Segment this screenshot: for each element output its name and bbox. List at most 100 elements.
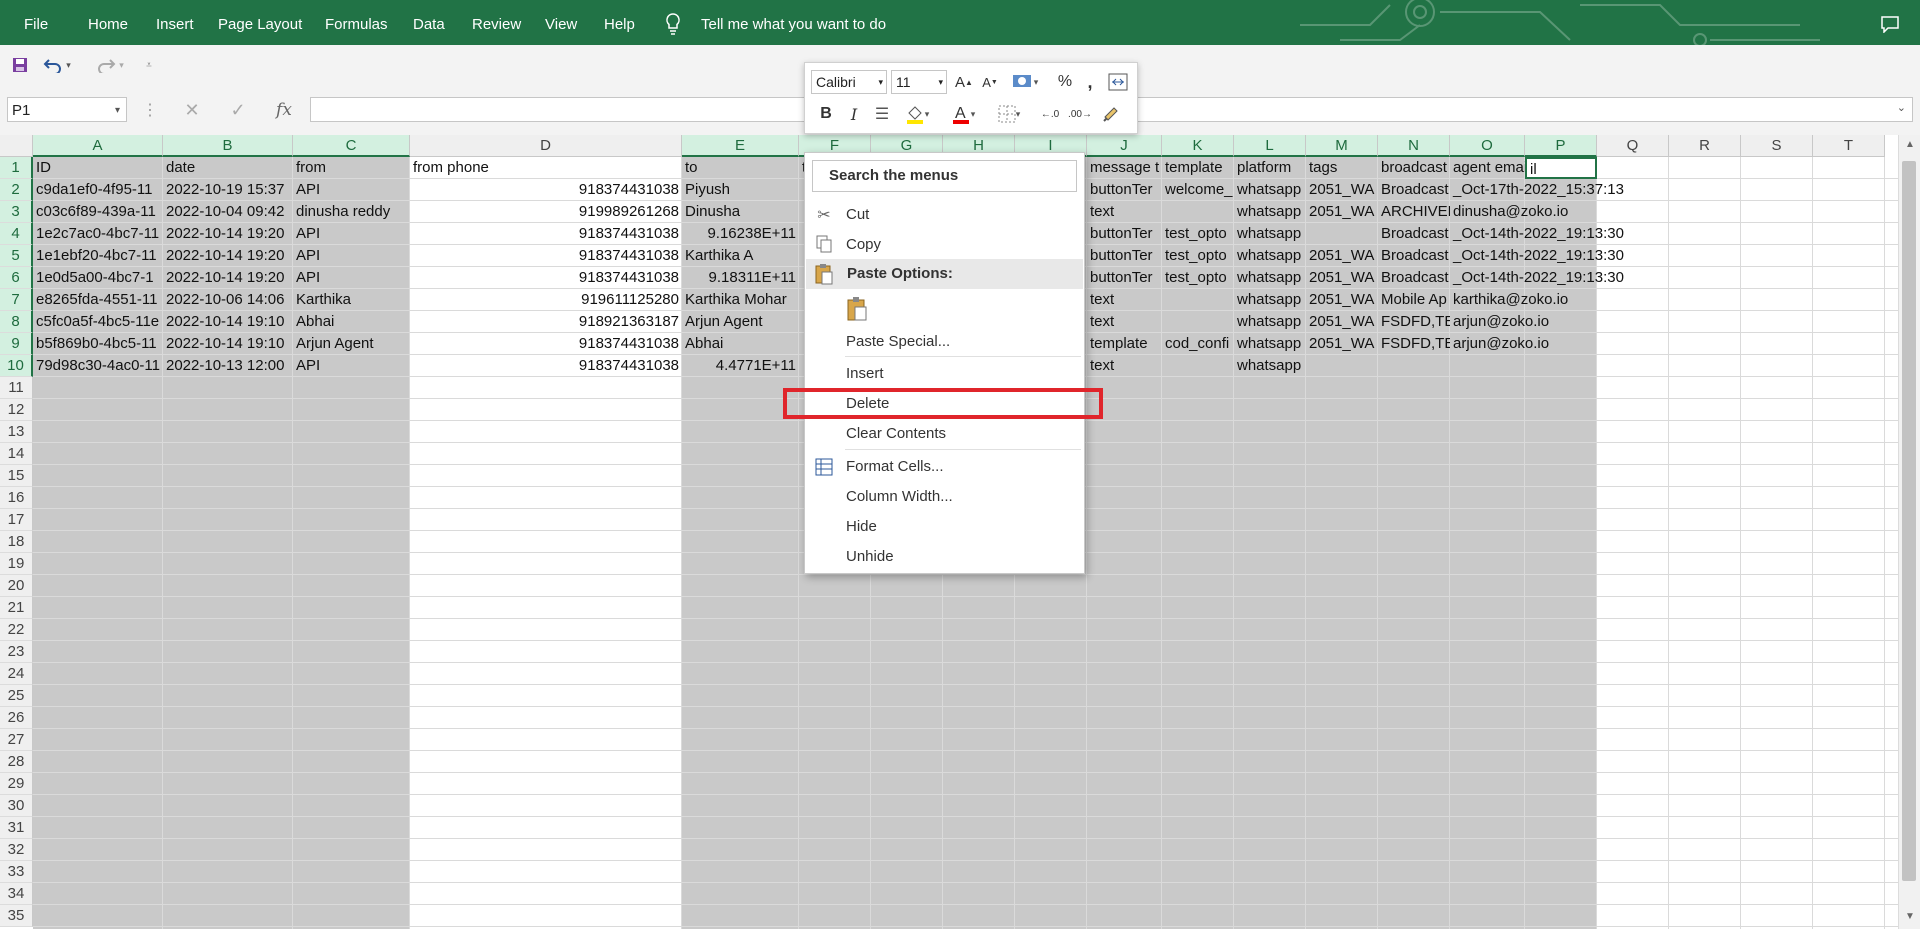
cell[interactable]: whatsapp [1234,289,1306,311]
cell[interactable]: c03c6f89-439a-11 [33,201,163,223]
cell[interactable]: 918374431038 [410,333,682,355]
cell[interactable]: Broadcast [1378,245,1450,267]
cell[interactable]: 918374431038 [410,245,682,267]
column-header-b[interactable]: B [163,135,293,157]
cell[interactable]: cod_confi [1162,333,1234,355]
cell[interactable]: date [163,157,293,179]
cell[interactable]: Arjun Agent [293,333,410,355]
cell[interactable]: 2051_WA [1306,311,1378,333]
cell[interactable]: 2022-10-13 12:00 [163,355,293,377]
cell[interactable]: 2022-10-14 19:20 [163,223,293,245]
column-header-m[interactable]: M [1306,135,1378,157]
cell[interactable]: 1e1ebf20-4bc7-11 [33,245,163,267]
menu-item-column-width[interactable]: Column Width... [846,483,953,511]
format-painter-icon[interactable] [1099,101,1123,127]
cell[interactable]: 2051_WA [1306,289,1378,311]
cell[interactable]: _Oct-17th-2022_15:37:13 [1450,179,1667,201]
cell[interactable]: message t [1087,157,1162,179]
cell[interactable]: API [293,179,410,201]
cell[interactable]: 2051_WA [1306,201,1378,223]
tab-home[interactable]: Home [88,0,128,45]
redo-icon[interactable]: ▾ [90,55,130,75]
cell[interactable]: text [1087,311,1162,333]
cell[interactable]: 2022-10-14 19:20 [163,267,293,289]
row-header[interactable]: 2 [0,179,33,201]
row-header[interactable]: 6 [0,267,33,289]
cell[interactable]: test_opto [1162,267,1234,289]
customize-toolbar-icon[interactable]: ⩡ [142,55,156,75]
cell[interactable]: FSDFD,TES [1378,333,1450,355]
row-header[interactable]: 1 [0,157,33,179]
cell[interactable]: e8265fda-4551-11 [33,289,163,311]
cell[interactable]: whatsapp [1234,245,1306,267]
cell[interactable]: test_opto [1162,245,1234,267]
tab-formulas[interactable]: Formulas [325,0,388,45]
column-header-n[interactable]: N [1378,135,1450,157]
row-header[interactable]: 18 [0,531,33,553]
scroll-thumb[interactable] [1902,161,1916,881]
paste-default-icon[interactable] [843,294,871,324]
cell[interactable]: broadcast [1378,157,1450,179]
comma-style-icon[interactable]: , [1081,71,1099,93]
tab-insert[interactable]: Insert [156,0,194,45]
cell[interactable]: 9.18311E+11 [682,267,799,289]
column-header-t[interactable]: T [1813,135,1885,157]
cell[interactable]: platform [1234,157,1306,179]
tell-me-search[interactable]: Tell me what you want to do [701,0,886,45]
cell[interactable]: API [293,245,410,267]
font-name-box[interactable]: Calibri ▾ [811,70,887,94]
cell[interactable]: text [1087,201,1162,223]
cell[interactable]: 2022-10-14 19:10 [163,311,293,333]
tab-data[interactable]: Data [413,0,445,45]
cell[interactable]: API [293,355,410,377]
cell[interactable]: FSDFD,TES [1378,311,1450,333]
cell[interactable]: c5fc0a5f-4bc5-11e [33,311,163,333]
row-header[interactable]: 4 [0,223,33,245]
vertical-scrollbar[interactable]: ▲ ▼ [1898,135,1920,929]
cell[interactable]: 918921363187 [410,311,682,333]
cell[interactable]: 1e2c7ac0-4bc7-11 [33,223,163,245]
percent-style-icon[interactable]: % [1053,71,1077,93]
name-box-dropdown-icon[interactable]: ▾ [115,98,120,123]
font-color-icon[interactable]: A ▾ [945,101,981,127]
cell[interactable]: whatsapp [1234,267,1306,289]
expand-formula-icon[interactable]: ⌄ [1897,101,1906,114]
column-header-j[interactable]: J [1087,135,1162,157]
tab-view[interactable]: View [545,0,577,45]
select-all-corner[interactable] [0,135,33,157]
borders-icon[interactable]: ▾ [991,101,1027,127]
menu-item-unhide[interactable]: Unhide [846,543,894,571]
search-menus-input[interactable]: Search the menus [812,160,1077,192]
tab-page-layout[interactable]: Page Layout [218,0,302,45]
column-header-s[interactable]: S [1741,135,1813,157]
tab-file[interactable]: File [24,0,48,45]
cell[interactable]: 4.4771E+11 [682,355,799,377]
row-header[interactable]: 26 [0,707,33,729]
cell[interactable]: whatsapp [1234,333,1306,355]
cell[interactable]: whatsapp [1234,201,1306,223]
row-header[interactable]: 22 [0,619,33,641]
row-header[interactable]: 24 [0,663,33,685]
column-header-q[interactable]: Q [1597,135,1669,157]
cell[interactable]: buttonTer [1087,245,1162,267]
row-header[interactable]: 3 [0,201,33,223]
cell[interactable]: Dinusha [682,201,799,223]
row-header[interactable]: 29 [0,773,33,795]
cell[interactable]: Broadcast [1378,223,1450,245]
row-header[interactable]: 14 [0,443,33,465]
cell[interactable]: arjun@zoko.io [1450,333,1667,355]
row-header[interactable]: 28 [0,751,33,773]
cell[interactable]: karthika@zoko.io [1450,289,1667,311]
cell[interactable]: ARCHIVED [1378,201,1450,223]
cell[interactable]: Karthika A [682,245,799,267]
row-header[interactable]: 9 [0,333,33,355]
italic-icon[interactable]: I [843,101,865,127]
cell[interactable]: Broadcast [1378,267,1450,289]
row-header[interactable]: 17 [0,509,33,531]
cell[interactable]: 9.16238E+11 [682,223,799,245]
column-header-o[interactable]: O [1450,135,1525,157]
row-header[interactable]: 10 [0,355,33,377]
cell[interactable]: Broadcast [1378,179,1450,201]
cell[interactable]: test_opto [1162,223,1234,245]
decrease-decimal-icon[interactable]: .00→ [1067,101,1093,127]
